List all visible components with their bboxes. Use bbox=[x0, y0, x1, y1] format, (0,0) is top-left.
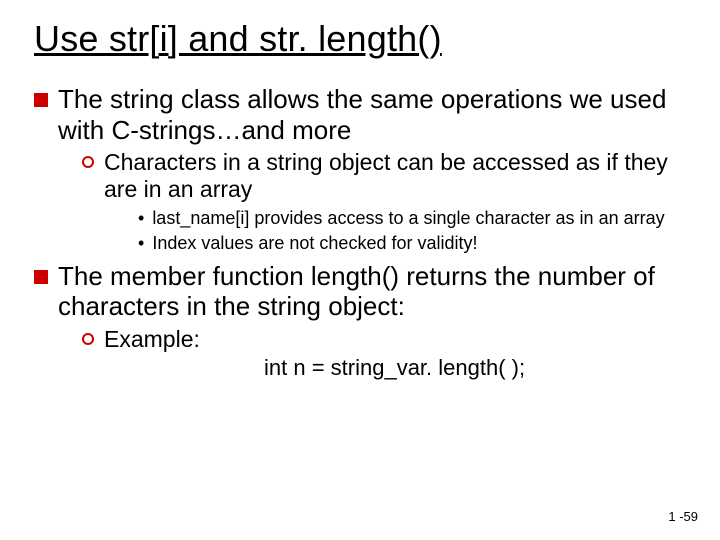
dot-bullet-icon: • bbox=[138, 208, 144, 230]
bullet-level2: Characters in a string object can be acc… bbox=[82, 149, 686, 203]
index-fragment: [i] bbox=[235, 208, 249, 228]
bullet-text: Index values are not checked for validit… bbox=[152, 233, 686, 255]
bullet-level3: • Index values are not checked for valid… bbox=[138, 233, 686, 255]
bullet-level1: The string class allows the same operati… bbox=[34, 84, 686, 145]
square-bullet-icon bbox=[34, 93, 48, 107]
bullet-text: last_name[i] provides access to a single… bbox=[152, 208, 686, 230]
code-fragment: last_name bbox=[152, 208, 235, 228]
code-fragment: length() bbox=[311, 261, 399, 291]
text-fragment: provides access to a single character as… bbox=[249, 208, 664, 228]
page-number: 1 -59 bbox=[668, 509, 698, 524]
bullet-level3: • last_name[i] provides access to a sing… bbox=[138, 208, 686, 230]
circle-bullet-icon bbox=[82, 333, 94, 345]
slide: Use str[i] and str. length() The string … bbox=[0, 0, 720, 540]
circle-bullet-icon bbox=[82, 156, 94, 168]
text-fragment: The member function bbox=[58, 261, 311, 291]
bullet-text: The string class allows the same operati… bbox=[58, 84, 686, 145]
dot-bullet-icon: • bbox=[138, 233, 144, 255]
slide-title: Use str[i] and str. length() bbox=[34, 18, 686, 60]
bullet-text: Example: bbox=[104, 326, 686, 353]
bullet-level2: Example: bbox=[82, 326, 686, 353]
square-bullet-icon bbox=[34, 270, 48, 284]
bullet-text: The member function length() returns the… bbox=[58, 261, 686, 322]
bullet-level1: The member function length() returns the… bbox=[34, 261, 686, 322]
bullet-text: Characters in a string object can be acc… bbox=[104, 149, 686, 203]
code-example: int n = string_var. length( ); bbox=[264, 355, 686, 381]
